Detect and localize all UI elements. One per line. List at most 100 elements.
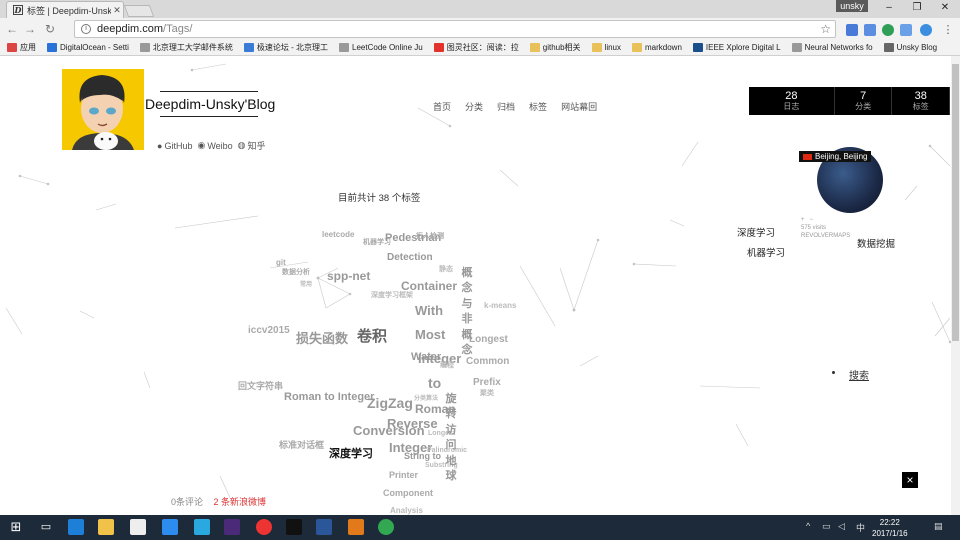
bookmark-item[interactable]: 北京理工大学邮件系统 bbox=[139, 42, 233, 53]
tag-link[interactable]: 深度学习框架 bbox=[371, 292, 413, 299]
nav-categories[interactable]: 分类 bbox=[465, 100, 483, 113]
tag-link[interactable]: 标准对话框 bbox=[279, 441, 324, 450]
word-icon[interactable] bbox=[316, 519, 332, 535]
zhihu-link[interactable]: ◍ 知乎 bbox=[238, 139, 266, 152]
bookmark-item[interactable]: LeetCode Online Ju bbox=[339, 43, 423, 52]
page-scrollbar[interactable] bbox=[951, 56, 960, 515]
translate-icon[interactable] bbox=[864, 24, 876, 36]
tag-link[interactable]: 聚类 bbox=[480, 390, 494, 397]
tag-link[interactable]: Conversion bbox=[353, 424, 425, 437]
weibo-count[interactable]: 2 条新浪微博 bbox=[214, 497, 267, 507]
category-deep-learning[interactable]: 深度学习 bbox=[737, 225, 775, 239]
notifications-icon[interactable]: ▤ bbox=[934, 521, 943, 532]
file-explorer-icon[interactable] bbox=[98, 519, 114, 535]
app-icon[interactable] bbox=[194, 519, 210, 535]
tag-link[interactable]: 卷积 bbox=[357, 329, 387, 344]
nav-archives[interactable]: 归档 bbox=[497, 100, 515, 113]
bookmark-item[interactable]: IEEE Xplore Digital L bbox=[692, 43, 781, 52]
nav-tags[interactable]: 标签 bbox=[529, 100, 547, 113]
edge-icon[interactable] bbox=[68, 519, 84, 535]
tag-link[interactable]: 编程 bbox=[440, 362, 454, 369]
bookmark-item[interactable]: 应用 bbox=[7, 42, 36, 53]
tag-link[interactable]: 回文字符串 bbox=[238, 382, 283, 391]
bookmark-item[interactable]: github相关 bbox=[529, 42, 581, 53]
tag-link[interactable]: Common bbox=[466, 357, 509, 367]
tag-link[interactable]: 概念与非概念 bbox=[461, 266, 473, 358]
task-view-icon[interactable]: ▭ bbox=[38, 519, 54, 535]
tag-link[interactable]: to bbox=[428, 376, 441, 390]
avatar[interactable] bbox=[62, 69, 144, 150]
extension-blue-icon[interactable] bbox=[900, 24, 912, 36]
reload-icon[interactable]: ↻ bbox=[42, 21, 58, 37]
bookmark-star-icon[interactable]: ☆ bbox=[820, 22, 831, 36]
address-bar[interactable]: i deepdim.com /Tags/ ☆ bbox=[74, 20, 836, 38]
tag-link[interactable]: 数据分析 bbox=[282, 269, 310, 276]
tag-link[interactable]: 常用 bbox=[300, 282, 312, 288]
bookmark-item[interactable]: linux bbox=[591, 43, 621, 52]
tag-link[interactable]: With bbox=[415, 304, 443, 317]
tag-link[interactable]: 损失函数 bbox=[296, 332, 348, 345]
tag-link[interactable]: Printer bbox=[389, 471, 418, 480]
tag-link[interactable]: 旋转访问地球 bbox=[445, 392, 457, 484]
zoom-controls[interactable]: + − bbox=[801, 216, 850, 224]
tag-link[interactable]: Component bbox=[383, 489, 433, 498]
tag-link[interactable]: 分类算法 bbox=[414, 396, 438, 402]
tag-link[interactable]: Longest bbox=[469, 335, 508, 345]
tag-link[interactable]: Roman to Integer bbox=[284, 392, 374, 403]
tag-link[interactable]: Container bbox=[401, 280, 457, 292]
bookmark-item[interactable]: 极速论坛 - 北京理工 bbox=[243, 42, 328, 53]
tag-link[interactable]: spp-net bbox=[327, 270, 370, 282]
stat-categories[interactable]: 7 分类 bbox=[835, 87, 893, 115]
forward-icon[interactable]: → bbox=[22, 21, 38, 37]
stat-tags[interactable]: 38 标签 bbox=[892, 87, 951, 115]
maximize-icon[interactable]: ❐ bbox=[902, 0, 932, 18]
new-tab-button[interactable] bbox=[123, 5, 155, 17]
close-tab-icon[interactable]: ✕ bbox=[111, 5, 123, 16]
system-clock[interactable]: 22:22 2017/1/16 bbox=[872, 517, 908, 539]
tray-ime[interactable]: 中 bbox=[856, 521, 865, 534]
windows-start-icon[interactable]: ⊞ bbox=[8, 519, 24, 535]
category-data-mining[interactable]: 数据挖掘 bbox=[857, 236, 895, 250]
tag-link[interactable]: 深度学习 bbox=[329, 449, 373, 460]
site-info-icon[interactable]: i bbox=[81, 24, 91, 34]
visual-studio-icon[interactable] bbox=[224, 519, 240, 535]
category-machine-learning[interactable]: 机器学习 bbox=[747, 245, 785, 259]
tray-volume-icon[interactable]: ◁ bbox=[838, 521, 845, 532]
nav-sitemap[interactable]: 网站幕回 bbox=[561, 100, 597, 113]
bookmark-item[interactable]: markdown bbox=[632, 43, 682, 52]
extension-circle-icon[interactable] bbox=[920, 24, 932, 36]
bookmark-item[interactable]: Unsky Blog bbox=[883, 43, 937, 52]
weibo-link[interactable]: ◉ Weibo bbox=[197, 139, 232, 152]
tag-link[interactable]: 行人检测 bbox=[416, 233, 444, 240]
tag-link[interactable]: ZigZag bbox=[367, 396, 413, 410]
search-link[interactable]: 搜索 bbox=[849, 367, 869, 382]
tag-link[interactable]: Detection bbox=[387, 253, 433, 263]
tag-link[interactable]: Prefix bbox=[473, 378, 501, 388]
close-button[interactable]: × bbox=[902, 472, 918, 488]
bookmark-item[interactable]: 图灵社区：阅读：拉 bbox=[433, 42, 519, 53]
minimize-icon[interactable]: – bbox=[874, 0, 904, 18]
qq-icon[interactable] bbox=[162, 519, 178, 535]
tag-link[interactable]: iccv2015 bbox=[248, 326, 290, 336]
tag-link[interactable]: Most bbox=[415, 328, 445, 341]
tag-link[interactable]: k-means bbox=[484, 302, 516, 310]
github-link[interactable]: ● GitHub bbox=[157, 139, 192, 152]
profile-name[interactable]: unsky bbox=[836, 0, 868, 12]
back-icon[interactable]: ← bbox=[4, 21, 20, 37]
tag-link[interactable]: git bbox=[276, 259, 286, 267]
twitter-icon[interactable] bbox=[286, 519, 302, 535]
tag-link[interactable]: Analysis bbox=[390, 507, 423, 515]
extension-icon[interactable] bbox=[846, 24, 858, 36]
chrome-icon[interactable] bbox=[256, 519, 272, 535]
extension-green-icon[interactable] bbox=[882, 24, 894, 36]
tag-link[interactable]: leetcode bbox=[322, 231, 354, 239]
game-icon[interactable] bbox=[348, 519, 364, 535]
menu-dots-icon[interactable]: ⋮ bbox=[942, 24, 954, 36]
scrollbar-thumb[interactable] bbox=[952, 64, 959, 341]
store-icon[interactable] bbox=[130, 519, 146, 535]
tray-network-icon[interactable]: ▭ bbox=[822, 521, 831, 532]
nav-home[interactable]: 首页 bbox=[433, 100, 451, 113]
bookmark-item[interactable]: Neural Networks fo bbox=[791, 43, 873, 52]
bookmark-item[interactable]: DigitalOcean - Setti bbox=[47, 43, 129, 52]
tag-link[interactable]: 静态 bbox=[439, 266, 453, 273]
